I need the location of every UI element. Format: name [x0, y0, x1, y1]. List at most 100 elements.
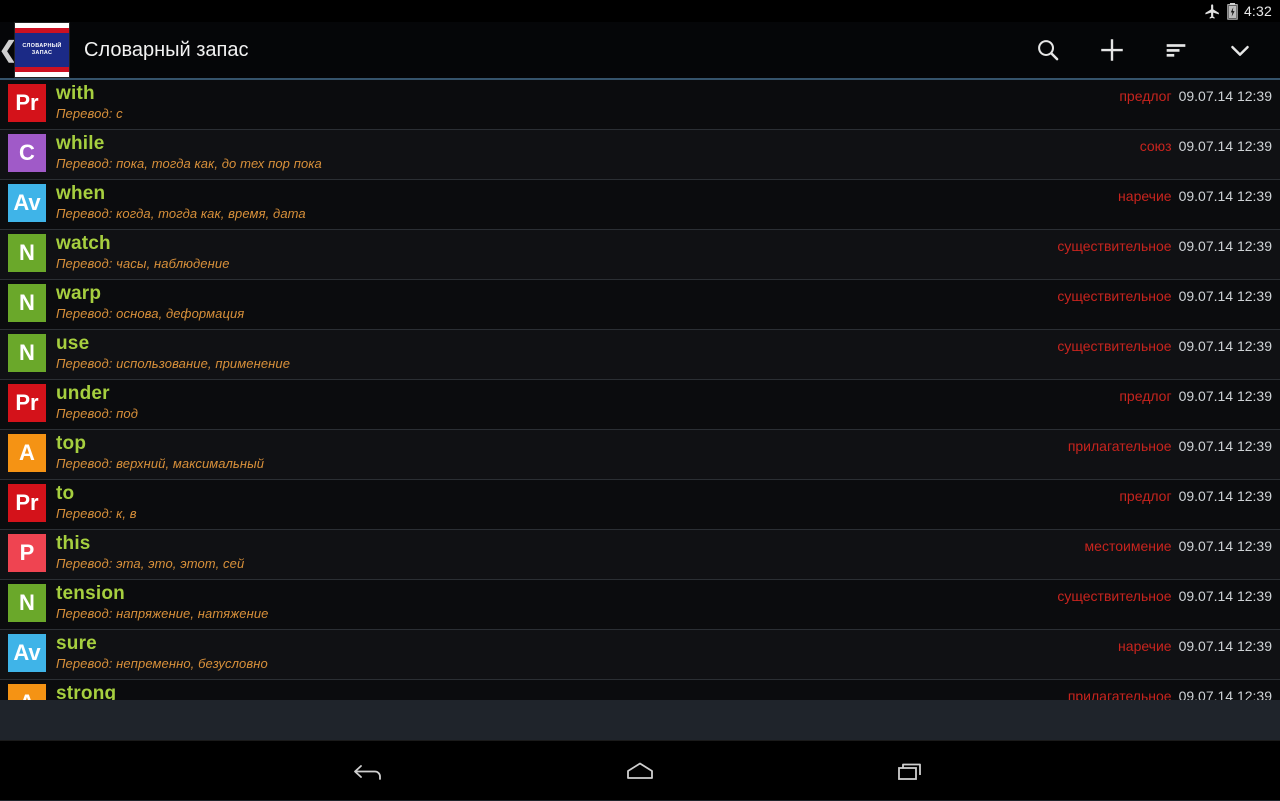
- word-type-badge: N: [8, 334, 46, 372]
- date-label: 09.07.14 12:39: [1179, 638, 1272, 654]
- translation-label: Перевод: напряжение, натяжение: [56, 604, 268, 624]
- date-label: 09.07.14 12:39: [1179, 438, 1272, 454]
- part-of-speech-label: существительное: [1057, 588, 1171, 604]
- translation-label: Перевод: основа, деформация: [56, 304, 244, 324]
- row-meta: существительное09.07.14 12:39: [1057, 338, 1272, 354]
- logo-body: СЛОВАРНЫЙ ЗАПАС: [15, 33, 69, 67]
- word-type-badge: Pr: [8, 384, 46, 422]
- app-logo[interactable]: СЛОВАРНЫЙ ЗАПАС: [14, 22, 70, 78]
- battery-charging-icon: [1227, 3, 1238, 20]
- word-type-badge: N: [8, 234, 46, 272]
- translation-label: Перевод: под: [56, 404, 138, 424]
- table-row[interactable]: NwatchПеревод: часы, наблюдение существит…: [0, 230, 1280, 280]
- row-meta: предлог 09.07.14 12:39: [1119, 488, 1272, 504]
- row-text-block: sureПеревод: непременно, безусловно: [56, 633, 268, 673]
- action-bar: ❮ СЛОВАРНЫЙ ЗАПАС Словарный запас: [0, 22, 1280, 80]
- word-label: warp: [56, 284, 244, 304]
- date-label: 09.07.14 12:39: [1179, 388, 1272, 404]
- row-text-block: whileПеревод: пока, тогда как, до тех по…: [56, 133, 322, 173]
- word-label: this: [56, 534, 244, 554]
- date-label: 09.07.14 12:39: [1179, 588, 1272, 604]
- row-text-block: warpПеревод: основа, деформация: [56, 283, 244, 323]
- row-text-block: thisПеревод: эта, это, этот, сей: [56, 533, 244, 573]
- word-list[interactable]: PrwithПеревод: спредлог09.07.14 12:39Cwh…: [0, 80, 1280, 700]
- word-label: while: [56, 134, 322, 154]
- date-label: 09.07.14 12:39: [1179, 238, 1272, 254]
- nav-back-icon[interactable]: [330, 741, 410, 801]
- status-time: 4:32: [1244, 3, 1272, 19]
- logo-text-line1: СЛОВАРНЫЙ: [22, 43, 61, 50]
- row-text-block: whenПеревод: когда, тогда как, время, да…: [56, 183, 306, 223]
- word-type-badge: Pr: [8, 84, 46, 122]
- word-type-badge: Av: [8, 634, 46, 672]
- table-row[interactable]: NuseПеревод: использование, применениесу…: [0, 330, 1280, 380]
- row-meta: существительное 09.07.14 12:39: [1057, 588, 1272, 604]
- translation-label: Перевод: непременно, безусловно: [56, 654, 268, 674]
- word-label: watch: [56, 234, 230, 254]
- row-meta: существительное09.07.14 12:39: [1057, 288, 1272, 304]
- table-row[interactable]: PrunderПеревод: подпредлог09.07.14 12:39: [0, 380, 1280, 430]
- search-icon[interactable]: [1016, 21, 1080, 79]
- date-label: 09.07.14 12:39: [1179, 338, 1272, 354]
- table-row[interactable]: PthisПеревод: эта, это, этот, сейместоим…: [0, 530, 1280, 580]
- row-text-block: topПеревод: верхний, максимальный: [56, 433, 264, 473]
- part-of-speech-label: существительное: [1057, 238, 1171, 254]
- row-meta: наречие09.07.14 12:39: [1118, 638, 1272, 654]
- table-row[interactable]: PrwithПеревод: спредлог09.07.14 12:39: [0, 80, 1280, 130]
- part-of-speech-label: наречие: [1118, 188, 1172, 204]
- date-label: 09.07.14 12:39: [1179, 488, 1272, 504]
- word-type-badge: A: [8, 684, 46, 700]
- part-of-speech-label: предлог: [1119, 488, 1171, 504]
- table-row[interactable]: AvsureПеревод: непременно, безусловнонар…: [0, 630, 1280, 680]
- date-label: 09.07.14 12:39: [1179, 188, 1272, 204]
- table-row[interactable]: AtopПеревод: верхний, максимальный прилаг…: [0, 430, 1280, 480]
- table-row[interactable]: NwarpПеревод: основа, деформациясуществи…: [0, 280, 1280, 330]
- row-text-block: withПеревод: с: [56, 83, 123, 123]
- row-meta: наречие 09.07.14 12:39: [1118, 188, 1272, 204]
- translation-label: Перевод: к, в: [56, 504, 137, 524]
- translation-label: Перевод: эта, это, этот, сей: [56, 554, 244, 574]
- part-of-speech-label: предлог: [1119, 88, 1171, 104]
- row-text-block: strong: [56, 683, 116, 700]
- word-label: when: [56, 184, 306, 204]
- row-meta: существительное 09.07.14 12:39: [1057, 238, 1272, 254]
- logo-text-line2: ЗАПАС: [32, 50, 53, 57]
- part-of-speech-label: прилагательное: [1068, 438, 1172, 454]
- part-of-speech-label: местоимение: [1085, 538, 1172, 554]
- translation-label: Перевод: верхний, максимальный: [56, 454, 264, 474]
- table-row[interactable]: Astrong прилагательное09.07.14 12:39: [0, 680, 1280, 700]
- word-type-badge: A: [8, 434, 46, 472]
- airplane-icon: [1204, 3, 1221, 20]
- nav-recents-icon[interactable]: [870, 741, 950, 801]
- table-row[interactable]: PrtoПеревод: к, впредлог09.07.14 12:39: [0, 480, 1280, 530]
- nav-home-icon[interactable]: [600, 741, 680, 801]
- table-row[interactable]: CwhileПеревод: пока, тогда как, до тех п…: [0, 130, 1280, 180]
- translation-label: Перевод: использование, применение: [56, 354, 290, 374]
- word-label: sure: [56, 634, 268, 654]
- logo-stripe-white-bottom: [15, 72, 69, 77]
- date-label: 09.07.14 12:39: [1179, 88, 1272, 104]
- word-type-badge: Av: [8, 184, 46, 222]
- chevron-down-icon[interactable]: [1208, 21, 1272, 79]
- translation-label: Перевод: с: [56, 104, 123, 124]
- row-meta: прилагательное 09.07.14 12:39: [1068, 438, 1272, 454]
- table-row[interactable]: NtensionПеревод: напряжение, натяжениесу…: [0, 580, 1280, 630]
- table-row[interactable]: Av whenПеревод: когда, тогда как, время, …: [0, 180, 1280, 230]
- row-meta: местоимение 09.07.14 12:39: [1085, 538, 1272, 554]
- translation-label: Перевод: часы, наблюдение: [56, 254, 230, 274]
- date-label: 09.07.14 12:39: [1179, 138, 1272, 154]
- date-label: 09.07.14 12:39: [1179, 688, 1272, 700]
- add-icon[interactable]: [1080, 21, 1144, 79]
- sort-icon[interactable]: [1144, 21, 1208, 79]
- word-label: top: [56, 434, 264, 454]
- row-meta: союз 09.07.14 12:39: [1140, 138, 1272, 154]
- row-text-block: tensionПеревод: напряжение, натяжение: [56, 583, 268, 623]
- word-label: with: [56, 84, 123, 104]
- part-of-speech-label: существительное: [1057, 288, 1171, 304]
- row-meta: прилагательное09.07.14 12:39: [1068, 688, 1272, 700]
- word-label: tension: [56, 584, 268, 604]
- word-type-badge: Pr: [8, 484, 46, 522]
- date-label: 09.07.14 12:39: [1179, 538, 1272, 554]
- part-of-speech-label: союз: [1140, 138, 1172, 154]
- row-text-block: underПеревод: под: [56, 383, 138, 423]
